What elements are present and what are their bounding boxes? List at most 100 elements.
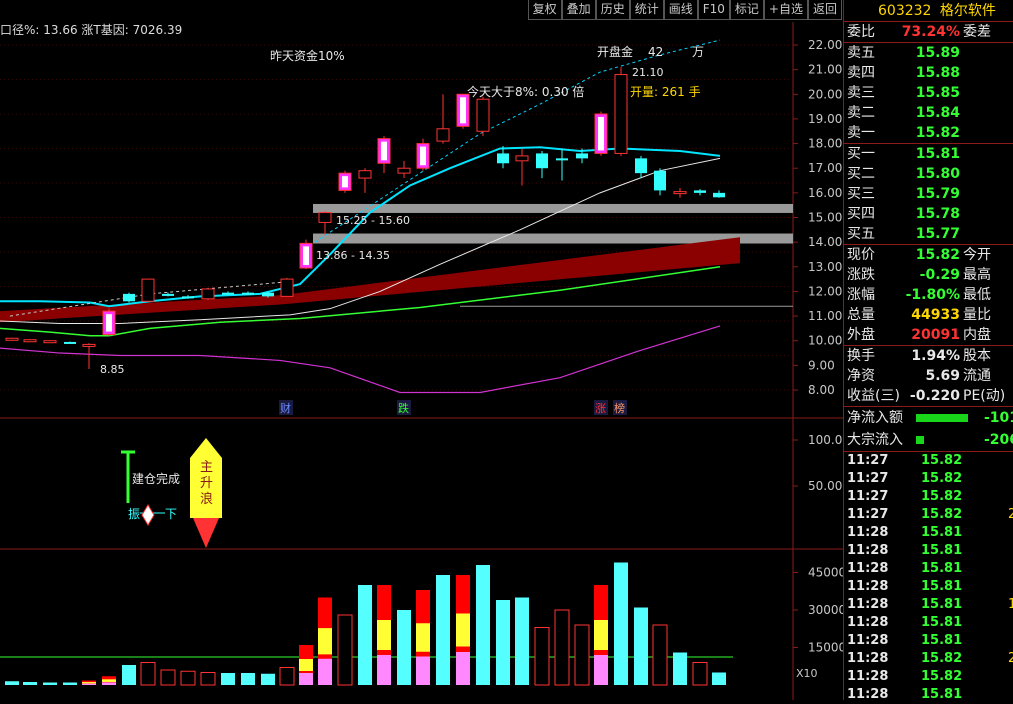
volume-axis-label: 45000 xyxy=(808,566,843,580)
volume-bar-segment xyxy=(102,679,116,682)
toolbar-button-0[interactable]: 复权 xyxy=(527,0,562,20)
tick-price: 15.82 xyxy=(921,651,963,666)
tick-row: 11:28 15.82 2 xyxy=(844,650,1013,668)
rocket-icon xyxy=(141,504,155,526)
volume-bar-segment xyxy=(416,656,430,685)
candle-body-down xyxy=(242,292,254,295)
tick-row: 11:28 15.81 xyxy=(844,560,1013,578)
candle-body-down xyxy=(694,190,706,193)
tick-row: 11:28 15.81 xyxy=(844,524,1013,542)
candle-body-down xyxy=(536,153,548,169)
stat2-row-2-value: -0.220 xyxy=(909,388,960,404)
volume-bar xyxy=(652,624,668,686)
volume-bar-segment xyxy=(299,659,313,671)
tick-time: 11:27 xyxy=(847,489,889,504)
volume-bar xyxy=(712,672,726,685)
candle-body-up xyxy=(5,337,19,341)
stats-block-2: 换手 1.94% 股本 净资 5.69 流通 收益(三) -0.220 PE(动) xyxy=(844,345,1013,406)
price-axis-label: 21.00 xyxy=(808,63,842,77)
tick-row: 11:28 15.81 xyxy=(844,614,1013,632)
flow-row-1: 大宗流入 -206. xyxy=(844,429,1013,451)
stat-row-0-value: 15.82 xyxy=(915,247,960,263)
stat2-row-1-label2: 流通 xyxy=(963,368,991,384)
stat-row-1: 涨跌 -0.29 最高 xyxy=(844,265,1013,285)
flow-bar xyxy=(916,414,968,422)
sell-row-4-label: 卖一 xyxy=(847,125,875,141)
volume-bar-segment xyxy=(318,658,332,685)
stat2-row-2: 收益(三) -0.220 PE(动) xyxy=(844,386,1013,406)
chart-svg[interactable]: 22.00 21.00 20.00 19.00 18.00 17.00 16.00 15.00… xyxy=(0,0,846,700)
stat2-row-2-label: 收益(三) xyxy=(847,388,900,404)
candle-body-up xyxy=(358,170,372,179)
volume-bar xyxy=(436,575,450,685)
buy-row-2-label: 买三 xyxy=(847,186,875,202)
buy-row-1-value: 15.80 xyxy=(915,166,960,182)
volume-bar xyxy=(200,672,216,686)
stock-header: 603232 格尔软件 xyxy=(844,0,1013,22)
volume-bar xyxy=(397,610,411,685)
toolbar-button-7[interactable]: +自选 xyxy=(763,0,808,20)
tick-price: 15.81 xyxy=(921,543,963,558)
toolbar-button-8[interactable]: 返回 xyxy=(807,0,842,20)
price-axis-label: 20.00 xyxy=(808,87,842,101)
tick-time: 11:28 xyxy=(847,561,889,576)
flow-block: 净流入额 -101 大宗流入 -206. xyxy=(844,406,1013,451)
price-axis-label: 14.00 xyxy=(808,235,842,249)
annotation-open-gold-value: 42 xyxy=(648,45,663,59)
candle-body-down xyxy=(556,158,568,161)
candle-body-up xyxy=(318,212,332,223)
webi-row: 委比 73.24% 委差 xyxy=(844,22,1013,42)
sell-row-1-value: 15.88 xyxy=(915,65,960,81)
annotation-today-over: 今天大于8%: 0.30 倍 xyxy=(467,84,584,99)
toolbar-button-6[interactable]: 标记 xyxy=(729,0,764,20)
toolbar-button-5[interactable]: F10 xyxy=(697,0,730,20)
tick-row: 11:28 15.81 xyxy=(844,542,1013,560)
stat-row-4-label2: 内盘 xyxy=(963,327,991,343)
tick-price: 15.82 xyxy=(921,489,963,504)
stat2-row-1: 净资 5.69 流通 xyxy=(844,366,1013,386)
toolbar-button-2[interactable]: 历史 xyxy=(595,0,630,20)
tick-row: 11:28 15.81 xyxy=(844,632,1013,650)
volume-bar xyxy=(476,565,490,685)
tick-row: 11:28 15.82 xyxy=(844,668,1013,686)
sell-row-4-value: 15.82 xyxy=(915,125,960,141)
tick-price: 15.81 xyxy=(921,597,963,612)
stat-row-3-label2: 量比 xyxy=(963,307,991,323)
toolbar-button-3[interactable]: 统计 xyxy=(629,0,664,20)
tick-row: 11:28 15.81 xyxy=(844,686,1013,704)
tick-extra: 2 xyxy=(1008,507,1013,522)
flow-value: -206. xyxy=(984,432,1013,448)
toolbar-button-1[interactable]: 叠加 xyxy=(561,0,596,20)
candle-body-down xyxy=(497,153,509,164)
buy-row-2: 买三 15.79 xyxy=(844,184,1013,204)
tick-price: 15.81 xyxy=(921,525,963,540)
volume-bar xyxy=(160,669,176,686)
price-axis-label: 10.00 xyxy=(808,334,842,348)
candle-body-down xyxy=(64,341,76,344)
buy-row-4-label: 买五 xyxy=(847,226,875,242)
price-axis-label: 22.00 xyxy=(808,38,842,52)
tick-time: 11:28 xyxy=(847,687,889,702)
sell-row-4: 卖一 15.82 xyxy=(844,123,1013,143)
stat-row-3: 总量 44933 量比 xyxy=(844,305,1013,325)
stat-row-4-value: 20091 xyxy=(911,327,960,343)
event-marker-0: 财 xyxy=(280,401,291,415)
tick-list[interactable]: 11:27 15.82 11:27 15.82 11:27 15.82 11:27 15.82… xyxy=(844,451,1013,704)
kline-chart-area[interactable]: 22.00 21.00 20.00 19.00 18.00 17.00 16.00 15.00… xyxy=(0,0,846,700)
main-rise-flame-icon xyxy=(193,518,219,548)
volume-axis-label: 15000 xyxy=(808,641,843,655)
candle-limit-mark xyxy=(303,246,309,266)
tick-row: 11:27 15.82 xyxy=(844,488,1013,506)
webi-value: 73.24% xyxy=(901,24,960,40)
tick-extra: 1 xyxy=(1008,597,1013,612)
candle-body-down xyxy=(654,170,666,191)
price-axis-label: 9.00 xyxy=(808,358,835,372)
buy-row-0: 买一 15.81 xyxy=(844,144,1013,164)
webi-label: 委比 xyxy=(847,24,875,40)
event-marker-3: 榜 xyxy=(614,401,625,415)
stat-row-1-value: -0.29 xyxy=(919,267,960,283)
volume-bar xyxy=(122,665,136,685)
price-axis-label: 17.00 xyxy=(808,161,842,175)
toolbar-button-4[interactable]: 画线 xyxy=(663,0,698,20)
candle-body-up xyxy=(476,98,490,132)
